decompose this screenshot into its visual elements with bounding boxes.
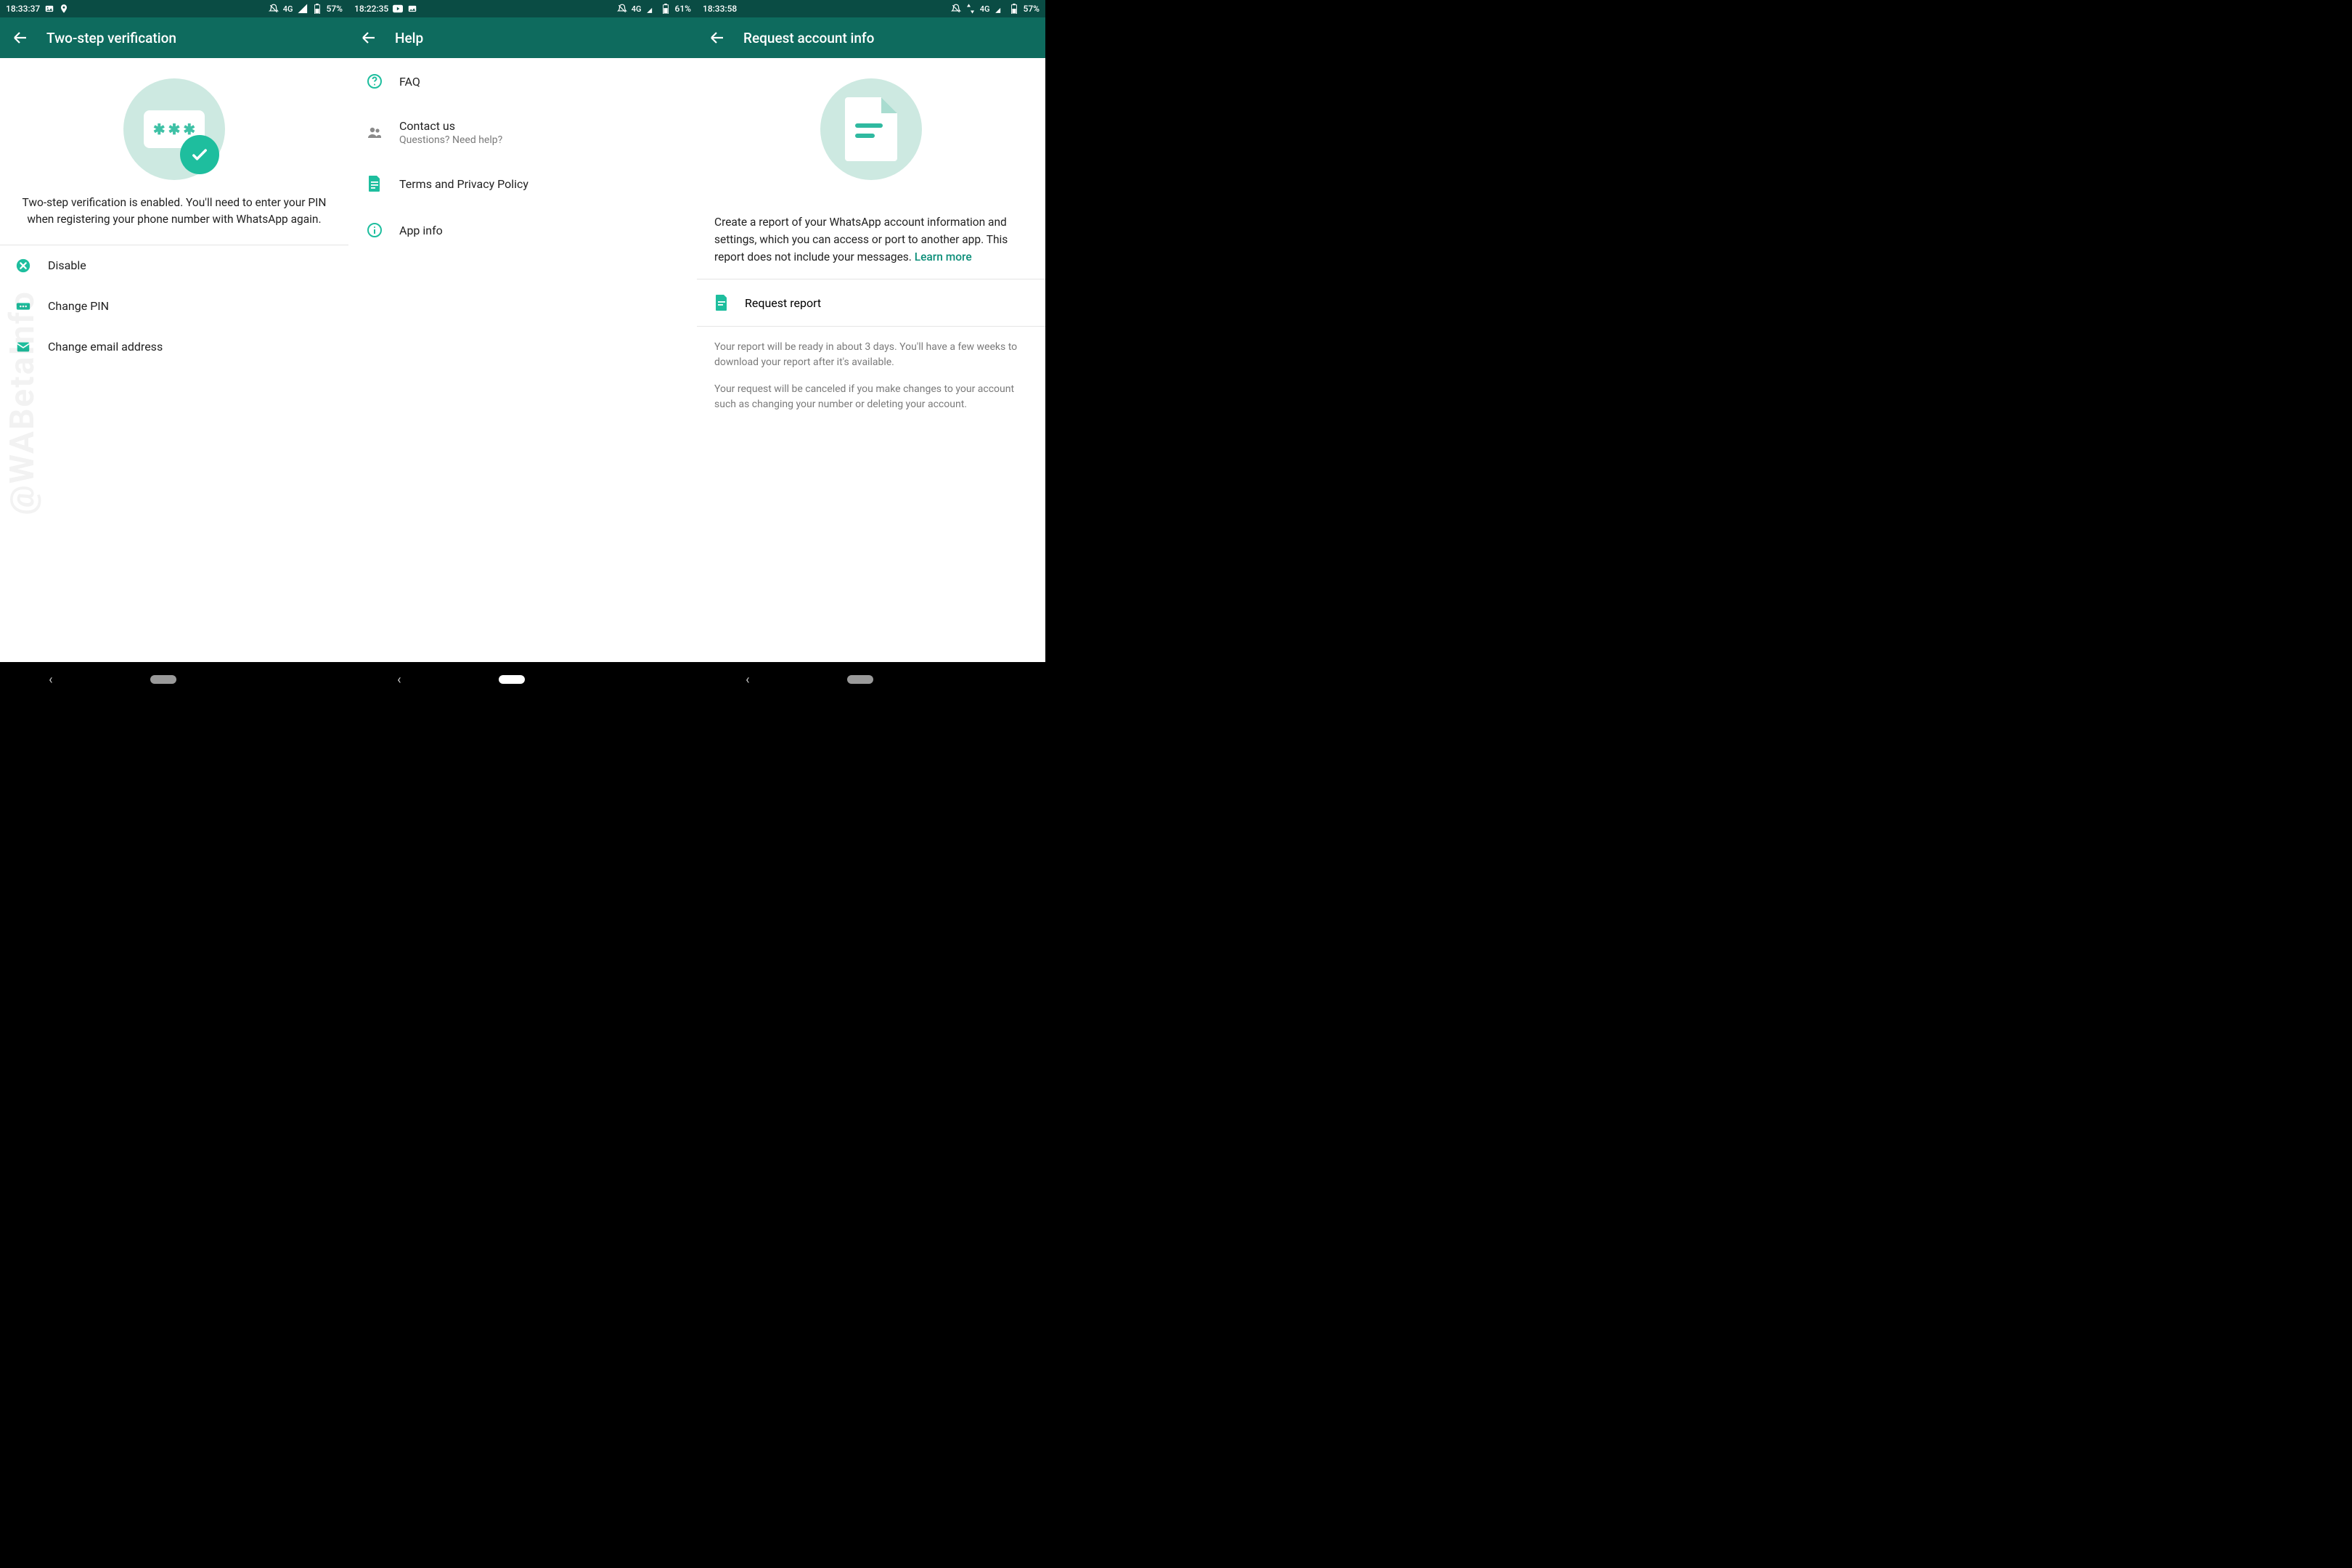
dnd-icon	[269, 4, 279, 14]
footnote-block: Your report will be ready in about 3 day…	[697, 327, 1045, 425]
signal-icon	[646, 4, 656, 14]
nav-home-pill[interactable]	[847, 675, 873, 684]
option-label: Change PIN	[48, 299, 109, 313]
screen-help: 18:22:35 4G 61% Help FAQ	[348, 0, 697, 697]
data-icon	[965, 4, 976, 14]
doc-icon	[714, 294, 729, 311]
option-change-pin[interactable]: Change PIN	[0, 286, 348, 327]
android-nav-bar: ‹	[348, 662, 697, 697]
battery-icon	[1009, 4, 1019, 14]
hero-illustration	[697, 58, 1045, 195]
dnd-icon	[617, 4, 627, 14]
item-label: Terms and Privacy Policy	[399, 177, 528, 191]
signal-icon	[298, 4, 308, 14]
people-icon	[366, 124, 383, 142]
document-icon	[845, 97, 897, 161]
status-bar: 18:33:37 4G 57%	[0, 0, 348, 17]
app-bar: Help	[348, 17, 697, 58]
location-icon	[59, 4, 69, 14]
page-title: Request account info	[743, 30, 874, 46]
help-faq[interactable]: FAQ	[348, 58, 697, 105]
close-circle-icon	[15, 257, 32, 274]
help-contact[interactable]: Contact us Questions? Need help?	[348, 105, 697, 160]
nav-home-pill[interactable]	[150, 675, 176, 684]
app-bar: Two-step verification	[0, 17, 348, 58]
screen-two-step: 18:33:37 4G 57% Two-step verification ✱✱…	[0, 0, 348, 697]
status-time: 18:33:58	[703, 4, 737, 14]
nav-back-icon[interactable]: ‹	[746, 672, 749, 687]
battery-label: 57%	[1024, 4, 1040, 14]
battery-label: 57%	[327, 4, 343, 14]
signal-icon	[995, 4, 1005, 14]
photo-icon	[44, 4, 54, 14]
screen-request-info: 18:33:58 4G 57% Request account info Cre…	[697, 0, 1045, 697]
network-label: 4G	[283, 4, 293, 14]
back-button[interactable]	[709, 29, 726, 46]
dnd-icon	[951, 4, 961, 14]
request-label: Request report	[745, 296, 821, 310]
battery-icon	[661, 4, 671, 14]
info-circle-icon	[366, 221, 383, 239]
photo-icon	[407, 4, 417, 14]
mail-icon	[15, 338, 32, 356]
help-circle-icon	[366, 73, 383, 90]
network-label: 4G	[632, 4, 642, 14]
status-time: 18:22:35	[354, 4, 388, 14]
nav-back-icon[interactable]: ‹	[49, 672, 52, 687]
back-button[interactable]	[12, 29, 29, 46]
back-button[interactable]	[360, 29, 377, 46]
nav-home-pill[interactable]	[499, 675, 525, 684]
youtube-icon	[393, 4, 403, 14]
footnote-2: Your request will be canceled if you mak…	[714, 382, 1028, 412]
android-nav-bar: ‹	[0, 662, 348, 697]
nav-back-icon[interactable]: ‹	[397, 672, 401, 687]
hero-illustration: ✱✱✱	[0, 58, 348, 195]
help-appinfo[interactable]: App info	[348, 207, 697, 253]
learn-more-link[interactable]: Learn more	[915, 250, 972, 264]
item-label: Contact us	[399, 119, 502, 133]
status-bar: 18:33:58 4G 57%	[697, 0, 1045, 17]
help-terms[interactable]: Terms and Privacy Policy	[348, 160, 697, 207]
page-title: Help	[395, 30, 423, 46]
app-bar: Request account info	[697, 17, 1045, 58]
network-label: 4G	[980, 4, 990, 14]
status-time: 18:33:37	[6, 4, 40, 14]
battery-icon	[312, 4, 322, 14]
page-title: Two-step verification	[46, 30, 176, 46]
description-text: Two-step verification is enabled. You'll…	[0, 195, 348, 245]
status-bar: 18:22:35 4G 61%	[348, 0, 697, 17]
dots-box-icon	[15, 298, 32, 315]
battery-label: 61%	[675, 4, 691, 14]
footnote-1: Your report will be ready in about 3 day…	[714, 340, 1028, 370]
doc-icon	[366, 175, 383, 192]
item-sublabel: Questions? Need help?	[399, 134, 502, 146]
option-label: Change email address	[48, 340, 163, 354]
item-label: App info	[399, 224, 443, 237]
item-label: FAQ	[399, 75, 420, 89]
option-change-email[interactable]: Change email address	[0, 327, 348, 367]
option-label: Disable	[48, 258, 86, 272]
request-report-button[interactable]: Request report	[697, 279, 1045, 327]
android-nav-bar: ‹	[697, 662, 1045, 697]
option-disable[interactable]: Disable	[0, 245, 348, 286]
check-badge-icon	[180, 135, 219, 174]
description-block: Create a report of your WhatsApp account…	[697, 195, 1045, 279]
